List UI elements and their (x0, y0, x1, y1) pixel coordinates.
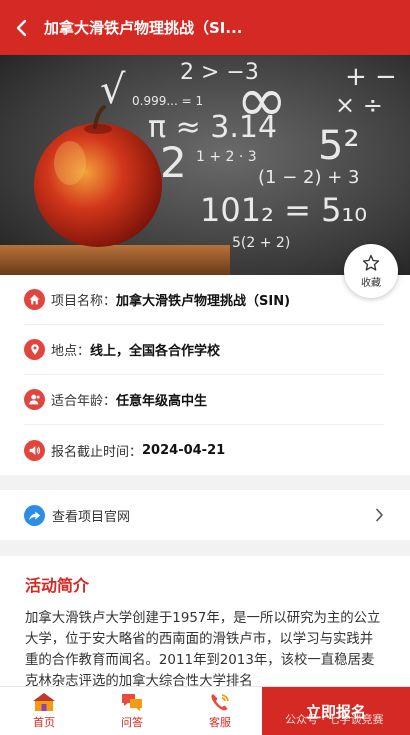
chalk-formula: × ÷ (335, 91, 383, 119)
chalk-formula: 0.999... = 1 (132, 94, 203, 108)
favorite-button[interactable]: 收藏 (344, 244, 398, 298)
hero-image: √ 0.999... = 1 2 > −3 ∞ + − × ÷ π ≈ 3.14… (0, 55, 410, 275)
activity-intro-section: 活动简介 加拿大滑铁卢大学创建于1957年，是一所以研究为主的公立大学，位于安大… (0, 556, 410, 696)
tab-label: 问答 (121, 716, 143, 729)
user-icon (24, 389, 45, 410)
info-label: 项目名称： (51, 294, 117, 309)
chevron-left-icon (16, 19, 27, 36)
info-label: 报名截止时间： (51, 444, 143, 460)
tab-label: 客服 (209, 716, 231, 729)
tab-service[interactable]: 客服 (176, 687, 264, 735)
info-value: 2024-04-21 (142, 442, 226, 458)
top-nav-bar: 加拿大滑铁卢物理挑战（SI... (0, 0, 410, 55)
info-row-location: 地点： 线上，全国各合作学校 (24, 325, 384, 375)
info-row-name: 项目名称： 加拿大滑铁卢物理挑战（SIN) (24, 275, 384, 325)
info-value: 线上，全国各合作学校 (90, 344, 221, 359)
chalk-formula: 5(2 + 2) (232, 235, 290, 251)
chalk-formula: 2 (160, 138, 187, 187)
tab-home[interactable]: 首页 (0, 687, 88, 735)
official-site-label: 查看项目官网 (52, 509, 131, 525)
tab-label: 首页 (33, 716, 55, 729)
info-label: 地点： (51, 344, 91, 359)
chevron-right-icon (376, 508, 383, 522)
chalk-formula: 1 + 2 · 3 (196, 149, 257, 165)
tab-qa[interactable]: 问答 (88, 687, 176, 735)
info-value: 任意年级高中生 (116, 394, 208, 409)
chalk-formula: 101₂ = 5₁₀ (200, 191, 367, 229)
chalk-formula: + − (345, 62, 397, 92)
info-label: 适合年龄： (51, 394, 117, 409)
back-button[interactable] (0, 0, 44, 55)
chat-bubbles-icon (122, 694, 142, 711)
location-pin-icon (24, 339, 45, 360)
favorite-label: 收藏 (361, 278, 381, 289)
info-value: 加拿大滑铁卢物理挑战（SIN) (116, 294, 291, 309)
intro-text: 加拿大滑铁卢大学创建于1957年，是一所以研究为主的公立大学，位于安大略省的西南… (25, 611, 381, 689)
chalk-formula: 5² (318, 123, 359, 169)
star-icon (362, 254, 380, 271)
home-house-icon (33, 693, 55, 711)
info-row-age: 适合年龄： 任意年级高中生 (24, 375, 384, 425)
info-row-deadline: 报名截止时间： 2024-04-21 (24, 425, 384, 475)
chalk-formula: (1 − 2) + 3 (258, 167, 359, 188)
home-icon (24, 289, 45, 310)
intro-heading: 活动简介 (25, 576, 90, 595)
page-title: 加拿大滑铁卢物理挑战（SI... (44, 19, 243, 37)
wooden-table (0, 245, 230, 275)
speaker-icon (24, 439, 45, 461)
share-arrow-icon (24, 504, 45, 526)
watermark-text: 公众号 · 七学谈竞赛 (285, 713, 384, 726)
project-info-card: 项目名称： 加拿大滑铁卢物理挑战（SIN) 地点： 线上，全国各合作学校 适合年… (0, 275, 410, 475)
phone-icon (211, 694, 229, 711)
official-site-link[interactable]: 查看项目官网 (0, 490, 410, 540)
